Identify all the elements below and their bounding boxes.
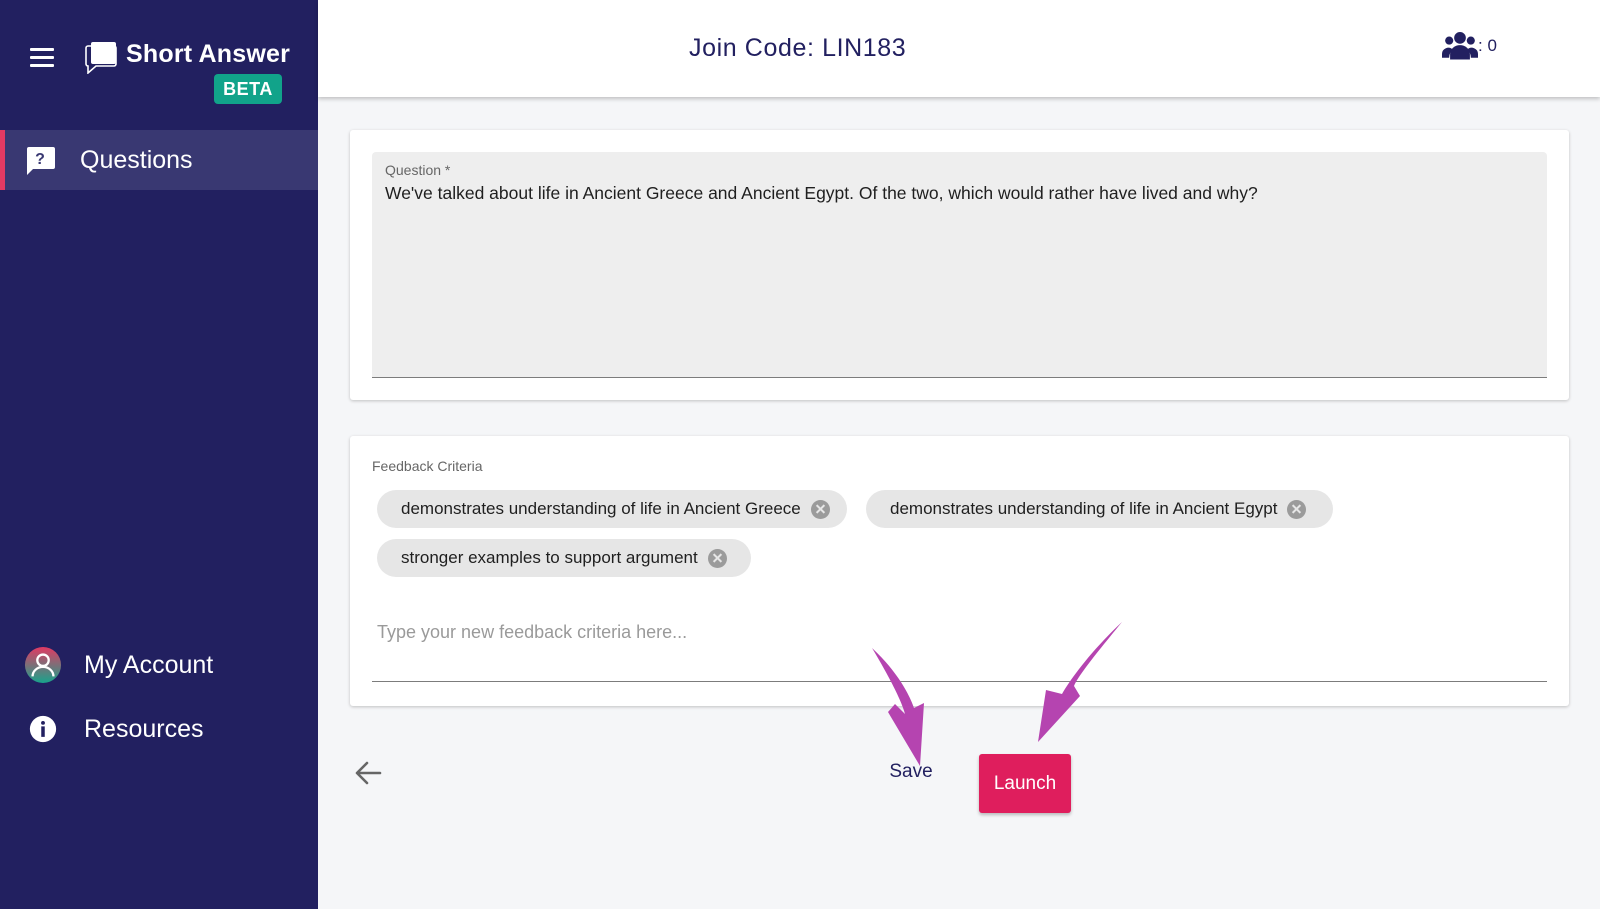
main-content: Question * We've talked about life in An… — [318, 97, 1600, 909]
app-title: Short Answer — [126, 40, 290, 68]
question-chat-icon: ? — [27, 147, 55, 175]
sidebar-item-label: Questions — [80, 145, 193, 174]
sidebar-item-resources[interactable]: Resources — [0, 699, 318, 759]
feedback-chip[interactable]: demonstrates understanding of life in An… — [377, 490, 847, 528]
feedback-criteria-label: Feedback Criteria — [372, 458, 483, 474]
feedback-card: Feedback Criteria demonstrates understan… — [350, 436, 1569, 706]
remove-chip-icon[interactable] — [810, 499, 830, 519]
logo-chat-icon — [85, 42, 117, 74]
users-icon — [1442, 32, 1478, 60]
chip-label: demonstrates understanding of life in An… — [890, 499, 1278, 518]
question-text[interactable]: We've talked about life in Ancient Greec… — [385, 182, 1525, 205]
chip-label: stronger examples to support argument — [401, 548, 698, 567]
sidebar-item-questions[interactable]: ? Questions — [0, 130, 318, 190]
svg-text:?: ? — [35, 151, 45, 168]
feedback-chip[interactable]: demonstrates understanding of life in An… — [866, 490, 1333, 528]
sidebar: Short Answer BETA ? Questions My Account — [0, 0, 318, 909]
beta-badge: BETA — [214, 74, 282, 104]
launch-button[interactable]: Launch — [979, 754, 1071, 813]
remove-chip-icon[interactable] — [707, 548, 727, 568]
participant-count-value: : 0 — [1478, 36, 1497, 55]
back-arrow-icon[interactable] — [352, 757, 384, 789]
question-card: Question * We've talked about life in An… — [350, 130, 1569, 400]
chip-label: demonstrates understanding of life in An… — [401, 499, 801, 518]
sidebar-item-label: My Account — [84, 650, 214, 679]
question-label: Question * — [385, 162, 451, 178]
info-icon — [29, 715, 57, 743]
hamburger-menu-icon[interactable] — [28, 46, 56, 70]
remove-chip-icon[interactable] — [1287, 499, 1307, 519]
feedback-criteria-input[interactable] — [372, 584, 1547, 682]
save-button[interactable]: Save — [881, 753, 941, 791]
top-header: Join Code: LIN183 : 0 — [318, 0, 1600, 97]
join-code: Join Code: LIN183 — [689, 34, 907, 62]
question-field[interactable]: Question * We've talked about life in An… — [372, 152, 1547, 378]
sidebar-item-my-account[interactable]: My Account — [0, 635, 318, 695]
participant-count: : 0 — [1442, 30, 1497, 62]
avatar-icon — [24, 646, 62, 684]
sidebar-item-label: Resources — [84, 714, 204, 743]
feedback-chip[interactable]: stronger examples to support argument — [377, 539, 751, 577]
